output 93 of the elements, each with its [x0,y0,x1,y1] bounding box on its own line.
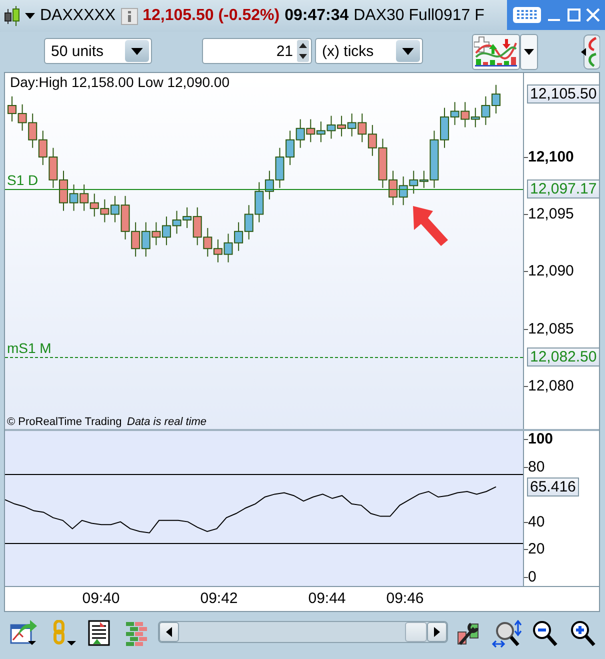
oscillator-tick: 80 [528,458,545,476]
tick-unit-dropdown[interactable]: (x) ticks [315,38,423,64]
price-change: 12,105.50 (-0.52%) [142,7,280,25]
level-price-label: 12,097.17 [527,180,600,199]
oscillator-tick: 40 [528,513,545,530]
candle [244,204,254,240]
bricks-icon [124,620,150,646]
level-label: S1 D [7,172,38,188]
price-tick: 12,095 [528,206,574,223]
indicator-chart-icon [474,35,518,67]
data-notice: Data is real time [127,416,206,428]
zoom-in-icon [570,620,596,648]
candle [8,96,16,122]
candlestick-icon [4,5,20,27]
keyboard-icon[interactable] [512,5,542,25]
candle [224,233,233,263]
spinner-icon[interactable] [297,40,309,62]
candle [203,228,212,258]
price-tick: 12,080 [528,377,574,394]
candle [90,193,99,218]
document-icon [88,620,110,646]
scrollbar[interactable] [158,621,448,643]
info-icon[interactable] [120,8,138,24]
candle [481,96,490,126]
day-range: Day:High 12,158.00 Low 12,090.00 [10,74,230,90]
arrow-icon [413,206,448,246]
last-price-label: 12,105.50 [527,84,600,104]
swap-arrows-icon[interactable] [580,34,600,70]
time-tick: 09:44 [308,590,346,607]
candle [213,238,222,263]
caret-icon [524,49,534,55]
price-tick: 12,090 [528,262,574,280]
instrument-description: DAX30 Full0917 F [354,7,484,25]
tick-count-field[interactable]: 21 [202,38,312,64]
candle [28,113,38,148]
candle [492,84,500,114]
caret-icon[interactable] [25,13,35,19]
caret-icon [131,48,143,54]
left-triangle-icon [166,627,172,637]
candle [316,121,326,143]
candle [80,184,89,212]
candle [286,130,295,166]
candle [306,118,316,143]
maximize-icon[interactable] [566,8,581,22]
candle [347,113,356,137]
price-tick: 12,100 [528,148,574,166]
candle [18,104,27,132]
close-icon[interactable] [586,8,600,22]
candle [264,170,274,200]
candle [398,176,408,206]
candle [388,170,398,206]
zoom-out-icon [532,620,558,648]
chain-link-icon [52,620,78,648]
time-tick: 09:46 [386,590,424,607]
oscillator-tick: 20 [528,540,545,558]
candle [254,182,264,223]
candle [48,147,58,188]
candle [234,222,244,252]
copyright-text: © ProRealTime Trading [7,416,122,428]
candle [38,130,48,166]
candle [460,102,470,128]
oscillator-tick: 100 [528,430,554,448]
scroll-thumb[interactable] [405,622,427,642]
candle [358,113,367,143]
oscillator-value-label: 65.416 [527,477,579,496]
candle [337,115,346,137]
chart-arrow-icon [10,620,38,646]
level-price-label: 12,082.50 [527,348,600,367]
candle [131,222,140,258]
indicators-menu-button[interactable] [520,34,538,70]
candle [470,107,480,128]
oscillator-tick: 0 [528,568,536,586]
scroll-left-button[interactable] [159,622,179,642]
magnifier-arrows-icon [492,620,524,648]
time-tick: 09:40 [82,590,120,607]
right-triangle-icon [434,627,440,637]
time-tick: 09:42 [200,590,238,607]
candle [100,198,110,223]
candle [296,118,305,148]
scroll-right-button[interactable] [427,622,447,642]
candle [162,216,171,246]
candle [172,210,182,234]
candle [326,115,336,140]
order-list-button[interactable] [88,620,110,649]
instrument-name: DAXXXXX [40,7,116,25]
quantity-dropdown[interactable]: 50 units [44,38,152,64]
price-tick: 12,085 [528,320,574,338]
candle [275,147,284,188]
quote-time: 09:47:34 [284,7,349,25]
indicators-button[interactable] [472,34,520,70]
caret-icon [402,48,414,54]
level-label: mS1 M [7,340,52,356]
candle [409,170,418,194]
